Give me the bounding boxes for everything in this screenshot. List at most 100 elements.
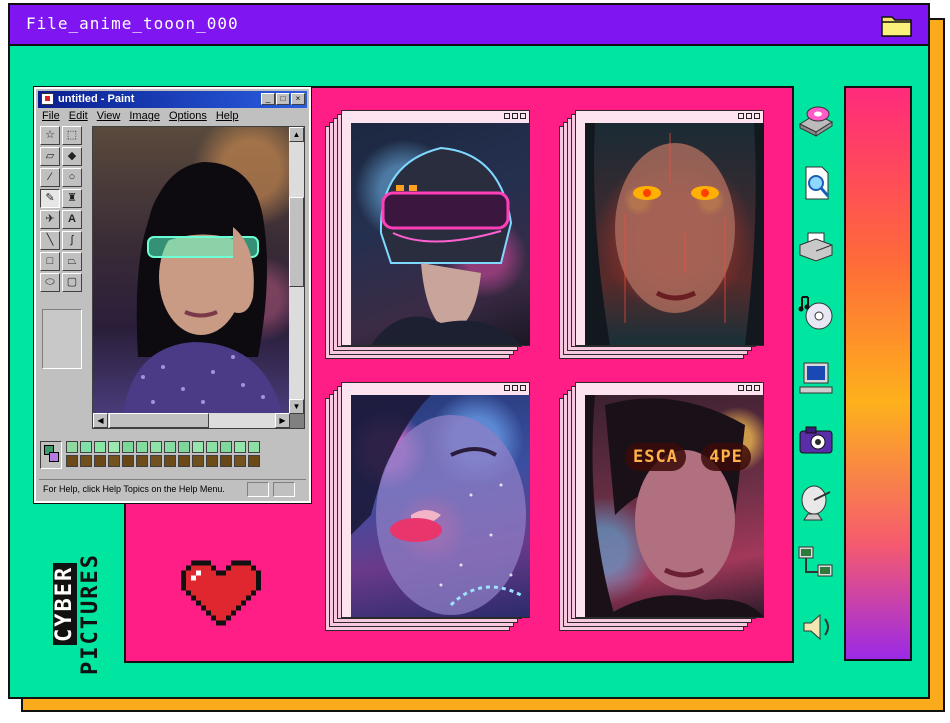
palette-swatch[interactable]: [164, 441, 176, 453]
free-select-tool-icon[interactable]: ☆: [40, 126, 60, 145]
folder-icon[interactable]: [880, 11, 914, 39]
eraser-tool-icon[interactable]: ▱: [40, 147, 60, 166]
curve-tool-icon[interactable]: ∫: [62, 231, 82, 250]
polygon-tool-icon[interactable]: ⏢: [62, 252, 82, 271]
helmet-visor-portrait[interactable]: [351, 123, 530, 345]
palette-swatch[interactable]: [220, 455, 232, 467]
paint-titlebar: untitled - Paint _ □ ×: [38, 91, 307, 108]
speaker-icon[interactable]: [798, 607, 838, 647]
palette-swatch[interactable]: [178, 455, 190, 467]
palette-swatch[interactable]: [66, 441, 78, 453]
cyber-pictures-logo: CYBER PICTURES: [52, 525, 113, 675]
ellipse-tool-icon[interactable]: ⬭: [40, 273, 60, 292]
camera-icon[interactable]: [796, 421, 836, 461]
menu-image[interactable]: Image: [129, 110, 160, 122]
palette-swatch[interactable]: [66, 455, 78, 467]
rectangle-tool-icon[interactable]: □: [40, 252, 60, 271]
palette-swatch[interactable]: [220, 441, 232, 453]
menu-file[interactable]: File: [42, 110, 60, 122]
vertical-scrollbar[interactable]: ▲ ▼: [289, 127, 304, 414]
cd-drive-icon[interactable]: [796, 100, 836, 140]
escape-glasses-portrait[interactable]: ESCA 4PE: [585, 395, 764, 617]
palette-swatch[interactable]: [248, 455, 260, 467]
photo-stack-4[interactable]: ESCA 4PE: [559, 380, 764, 633]
photo-stack-3[interactable]: [325, 380, 530, 633]
photo-stack-2[interactable]: [559, 108, 764, 361]
logo-line-pictures: PICTURES: [78, 553, 103, 675]
scroll-up-icon[interactable]: ▲: [289, 127, 304, 142]
line-tool-icon[interactable]: ╲: [40, 231, 60, 250]
network-icon[interactable]: [796, 543, 836, 583]
horizontal-scroll-thumb[interactable]: [109, 413, 209, 428]
palette-swatch[interactable]: [150, 455, 162, 467]
canvas-image[interactable]: [93, 127, 290, 414]
maximize-button[interactable]: □: [276, 93, 290, 105]
palette-swatch[interactable]: [136, 441, 148, 453]
logo-line-cyber: CYBER: [52, 562, 77, 645]
gradient-sidebar: [844, 86, 912, 661]
neon-lips-portrait[interactable]: [351, 395, 530, 617]
palette-swatch[interactable]: [234, 455, 246, 467]
magnifier-tool-icon[interactable]: ○: [62, 168, 82, 187]
color-palette: [40, 441, 280, 471]
palette-swatch[interactable]: [108, 455, 120, 467]
palette-swatch[interactable]: [80, 441, 92, 453]
photo-stack-1[interactable]: [325, 108, 530, 361]
palette-swatch[interactable]: [94, 455, 106, 467]
palette-swatch[interactable]: [192, 455, 204, 467]
satellite-dish-icon[interactable]: [796, 482, 836, 522]
window-title: File_anime_tooon_000: [26, 14, 239, 33]
palette-swatch[interactable]: [248, 441, 260, 453]
paint-title: untitled - Paint: [58, 93, 135, 105]
horizontal-scrollbar[interactable]: ◀ ▶: [93, 413, 290, 428]
status-cell-position: [247, 482, 269, 497]
rounded-rect-tool-icon[interactable]: ▢: [62, 273, 82, 292]
text-tool-icon[interactable]: A: [62, 210, 82, 229]
toolbox: ☆ ⬚ ▱ ◆ ⁄ ○ ✎ ♜ ✈ A ╲ ∫ □ ⏢ ⬭ ▢: [40, 126, 88, 304]
scroll-right-icon[interactable]: ▶: [275, 413, 290, 428]
color-picker-tool-icon[interactable]: ⁄: [40, 168, 60, 187]
paint-window: untitled - Paint _ □ × File Edit View Im…: [33, 86, 312, 504]
palette-swatch[interactable]: [150, 441, 162, 453]
palette-swatch[interactable]: [108, 441, 120, 453]
menu-options[interactable]: Options: [169, 110, 207, 122]
fill-tool-icon[interactable]: ◆: [62, 147, 82, 166]
airbrush-tool-icon[interactable]: ✈: [40, 210, 60, 229]
paint-canvas-area: ▲ ▼ ◀ ▶: [92, 126, 305, 429]
palette-swatch[interactable]: [178, 441, 190, 453]
tool-options: [42, 309, 82, 369]
minimize-button[interactable]: _: [261, 93, 275, 105]
vertical-scroll-thumb[interactable]: [289, 197, 304, 287]
paint-menubar: File Edit View Image Options Help: [42, 110, 238, 122]
palette-swatch[interactable]: [122, 441, 134, 453]
printer-icon[interactable]: [796, 227, 836, 267]
glasses-text: ESCA 4PE: [625, 443, 751, 471]
close-button[interactable]: ×: [291, 93, 305, 105]
menu-view[interactable]: View: [97, 110, 121, 122]
menu-help[interactable]: Help: [216, 110, 239, 122]
menu-edit[interactable]: Edit: [69, 110, 88, 122]
computer-icon[interactable]: [796, 359, 836, 399]
palette-swatch[interactable]: [206, 455, 218, 467]
scroll-down-icon[interactable]: ▼: [289, 399, 304, 414]
palette-swatch[interactable]: [80, 455, 92, 467]
status-cell-size: [273, 482, 295, 497]
scroll-left-icon[interactable]: ◀: [93, 413, 108, 428]
current-colors[interactable]: [40, 441, 62, 469]
paint-statusbar: For Help, click Help Topics on the Help …: [39, 479, 306, 498]
palette-swatch[interactable]: [192, 441, 204, 453]
palette-swatch[interactable]: [122, 455, 134, 467]
pencil-tool-icon[interactable]: ✎: [40, 189, 60, 208]
glasses-text-right: 4PE: [701, 443, 751, 471]
palette-swatch[interactable]: [164, 455, 176, 467]
palette-swatch[interactable]: [234, 441, 246, 453]
glowing-eyes-portrait[interactable]: [585, 123, 764, 345]
document-search-icon[interactable]: [796, 163, 836, 203]
palette-swatch[interactable]: [94, 441, 106, 453]
brush-tool-icon[interactable]: ♜: [62, 189, 82, 208]
palette-swatch[interactable]: [206, 441, 218, 453]
palette-swatch[interactable]: [136, 455, 148, 467]
main-window: File_anime_tooon_000 untitled - Paint _ …: [8, 3, 930, 699]
rect-select-tool-icon[interactable]: ⬚: [62, 126, 82, 145]
music-cd-icon[interactable]: [796, 293, 836, 333]
